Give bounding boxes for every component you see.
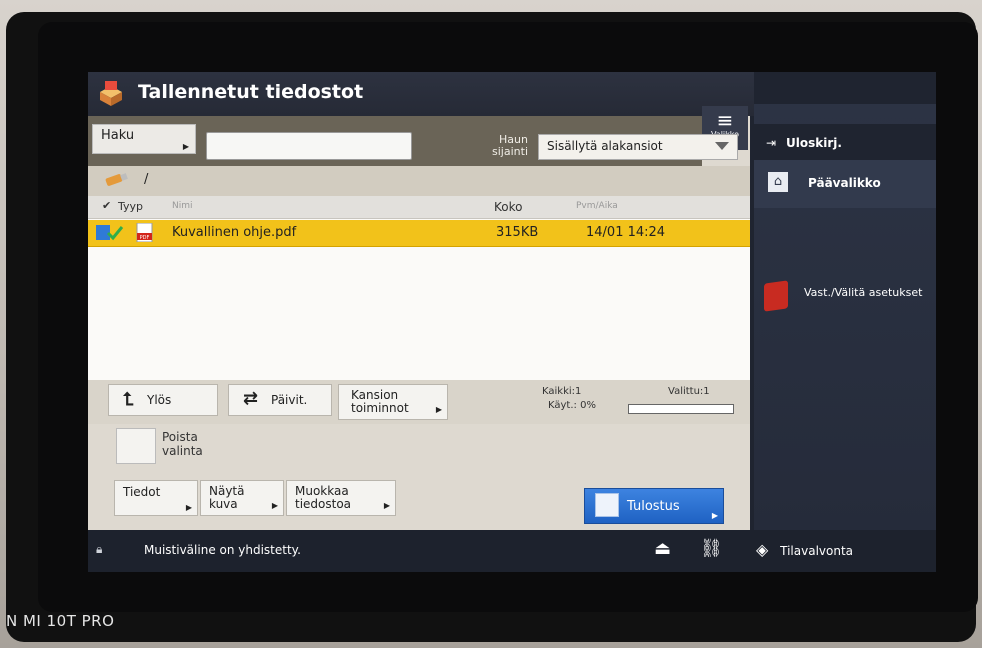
column-header-date[interactable]: Pvm/Aika <box>576 201 618 211</box>
deselect-checkbox-button[interactable] <box>116 428 156 464</box>
edit-files-label: Muokkaa tiedostoa <box>295 484 352 511</box>
status-monitor-button[interactable]: ◈ Tilavalvonta <box>756 540 853 559</box>
column-header-size[interactable]: Koko <box>494 200 522 214</box>
folder-operations-button[interactable]: Kansion toiminnot ▶ <box>338 384 448 420</box>
search-location-select[interactable]: Sisällytä alakansiot <box>538 134 738 160</box>
info-button[interactable]: Tiedot ▶ <box>114 480 198 516</box>
chevron-right-icon: ▶ <box>435 405 442 414</box>
home-icon: ⌂ <box>768 172 788 192</box>
file-name: Kuvallinen ohje.pdf <box>172 225 297 240</box>
search-input[interactable] <box>206 132 412 160</box>
page-title: Tallennetut tiedostot <box>138 81 364 103</box>
file-list-header: ✔ Tyyp Nimi Koko Pvm/Aika <box>88 196 750 219</box>
status-monitor-label: Tilavalvonta <box>780 544 854 558</box>
status-message: Muistiväline on yhdistetty. <box>144 543 301 557</box>
count-selected: Valittu:1 <box>668 386 710 397</box>
search-location-label: Haun sijainti <box>492 133 528 158</box>
print-document-icon <box>595 493 619 517</box>
hamburger-icon: ≡ <box>716 108 734 132</box>
count-all: Kaikki:1 <box>542 386 582 397</box>
column-header-name[interactable]: Nimi <box>172 201 193 211</box>
eject-icon[interactable]: ⏏ <box>654 538 671 559</box>
pdf-file-icon: PDF <box>136 223 153 242</box>
selected-check-icon <box>96 225 124 241</box>
link-icon[interactable]: ⛓ <box>700 538 723 559</box>
status-bar: 🔒︎ Muistiväline on yhdistetty. ⏏ ⛓ ◈ Til… <box>88 530 936 572</box>
search-location-value: Sisällytä alakansiot <box>547 139 663 153</box>
show-image-button[interactable]: Näytä kuva ▶ <box>200 480 284 516</box>
logout-icon: ⇥ <box>766 136 777 150</box>
check-icon: ✔ <box>102 199 112 212</box>
deselect-label: Poista valinta <box>162 430 203 458</box>
arrow-up-icon: ⮤ <box>123 389 134 410</box>
table-row[interactable]: PDF Kuvallinen ohje.pdf 315KB 14/01 14:2… <box>88 220 750 247</box>
lock-icon: 🔒︎ <box>96 542 103 556</box>
search-bar: Haku ▶ Haun sijainti Sisällytä alakansio… <box>88 116 738 166</box>
refresh-button-label: Päivit. <box>271 393 308 407</box>
usage-progress-bar <box>628 404 734 414</box>
svg-text:PDF: PDF <box>140 235 150 241</box>
title-bar: Tallennetut tiedostot <box>88 72 754 116</box>
status-monitor-icon: ◈ <box>756 540 769 559</box>
logout-label: Uloskirj. <box>786 136 842 150</box>
refresh-button[interactable]: ⇄ Päivit. <box>228 384 332 416</box>
usage-text: Käyt.: 0% <box>548 400 596 411</box>
info-button-label: Tiedot <box>123 485 161 499</box>
up-button-label: Ylös <box>147 393 172 407</box>
logout-button[interactable]: ⇥ Uloskirj. <box>754 124 936 160</box>
file-date: 14/01 14:24 <box>586 225 666 240</box>
refresh-icon: ⇄ <box>243 388 259 409</box>
chevron-down-icon <box>715 142 729 150</box>
stored-files-icon <box>100 81 122 106</box>
folder-operations-label: Kansion toiminnot <box>351 388 409 415</box>
edit-files-button[interactable]: Muokkaa tiedostoa ▶ <box>286 480 396 516</box>
chevron-right-icon: ▶ <box>182 142 189 151</box>
file-list: ✔ Tyyp Nimi Koko Pvm/Aika PDF Kuvallinen… <box>88 196 750 380</box>
home-menu-label: Päävalikko <box>808 176 881 190</box>
column-header-type[interactable]: Tyyp <box>118 200 143 213</box>
print-button-label: Tulostus <box>627 499 680 514</box>
breadcrumb: / <box>88 166 750 196</box>
receive-forward-settings-label: Vast./Välitä asetukset <box>804 286 923 299</box>
search-button-label: Haku <box>101 128 135 143</box>
file-size: 315KB <box>496 225 539 240</box>
show-image-label: Näytä kuva <box>209 484 245 511</box>
breadcrumb-path: / <box>144 172 149 187</box>
print-button[interactable]: Tulostus ▶ <box>584 488 724 524</box>
chevron-right-icon: ▶ <box>383 501 390 510</box>
chevron-right-icon: ▶ <box>711 511 718 520</box>
up-button[interactable]: ⮤ Ylös <box>108 384 218 416</box>
camera-watermark: N MI 10T PRO <box>6 612 115 630</box>
settings-book-icon <box>764 280 788 312</box>
usb-icon <box>105 173 128 186</box>
touch-screen: Tallennetut tiedostot ≡ Valikko Haku ▶ H… <box>88 72 936 572</box>
chevron-right-icon: ▶ <box>185 503 192 512</box>
navigation-bar: ⮤ Ylös ⇄ Päivit. Kansion toiminnot ▶ Kai… <box>88 380 750 424</box>
home-menu-button[interactable]: ⌂ Päävalikko <box>754 160 936 208</box>
receive-forward-settings-button[interactable]: Vast./Välitä asetukset <box>754 276 936 336</box>
chevron-right-icon: ▶ <box>271 501 278 510</box>
search-button[interactable]: Haku ▶ <box>92 124 196 154</box>
